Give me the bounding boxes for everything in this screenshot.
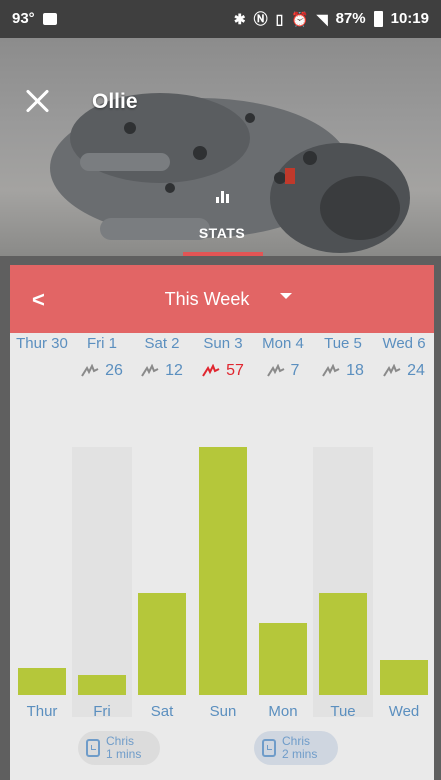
bar-day-label: Tue bbox=[330, 703, 356, 720]
activity-count-value: 12 bbox=[165, 362, 183, 379]
bar-day-label: Fri bbox=[93, 703, 111, 720]
activity-bar[interactable] bbox=[18, 668, 66, 695]
day-activity-count: 18 bbox=[313, 362, 373, 380]
day-header[interactable]: Wed 6 bbox=[374, 335, 434, 352]
day-header[interactable]: Sat 2 bbox=[132, 335, 192, 352]
day-activity-count: 12 bbox=[132, 362, 192, 380]
image-icon bbox=[42, 12, 57, 25]
bar-day-label: Thur bbox=[26, 703, 58, 720]
bar-day-label: Sun bbox=[209, 703, 237, 720]
day-activity-count: 24 bbox=[374, 362, 434, 380]
weekly-stats-card: < This Week Thur 30 Thur Fri 1 26 Fri Sat 2 12… bbox=[10, 265, 434, 780]
bar-day-label: Wed bbox=[388, 703, 420, 720]
pet-photo-header: Ollie STATS bbox=[0, 38, 441, 256]
clock-icon bbox=[262, 739, 276, 757]
bar-day-label: Sat bbox=[150, 703, 174, 720]
nfc-icon: Ⓝ bbox=[253, 10, 268, 27]
activity-bar[interactable] bbox=[78, 675, 126, 695]
week-selector: < This Week bbox=[10, 265, 434, 333]
activity-icon bbox=[202, 364, 220, 377]
activity-bar[interactable] bbox=[319, 593, 367, 695]
activity-bar[interactable] bbox=[259, 623, 307, 695]
activity-bar[interactable] bbox=[199, 447, 247, 695]
walk-chip[interactable]: Chris 2 mins bbox=[254, 731, 338, 765]
vibrate-icon: ▯ bbox=[275, 10, 284, 27]
activity-icon bbox=[383, 364, 401, 377]
app-screen: 93° ✱ Ⓝ ▯ ⏰ ◥ 87% 10:19 Ollie STATS < Th… bbox=[0, 0, 441, 780]
day-activity-count: 57 bbox=[193, 362, 253, 380]
day-activity-count: 26 bbox=[72, 362, 132, 380]
activity-count-value: 18 bbox=[346, 362, 364, 379]
battery-percent: 87% bbox=[335, 10, 366, 27]
day-activity-count: 7 bbox=[253, 362, 313, 380]
activity-bar[interactable] bbox=[138, 593, 186, 695]
day-header[interactable]: Thur 30 bbox=[12, 335, 72, 352]
wifi-icon: ◥ bbox=[316, 10, 328, 27]
day-header[interactable]: Sun 3 bbox=[193, 335, 253, 352]
close-icon[interactable] bbox=[24, 88, 50, 114]
battery-icon bbox=[373, 10, 383, 27]
clock-time: 10:19 bbox=[390, 10, 429, 27]
activity-icon bbox=[322, 364, 340, 377]
status-bar: 93° ✱ Ⓝ ▯ ⏰ ◥ 87% 10:19 bbox=[0, 0, 441, 38]
week-title[interactable]: This Week bbox=[10, 289, 434, 310]
day-header[interactable]: Mon 4 bbox=[253, 335, 313, 352]
activity-count-value: 57 bbox=[226, 362, 244, 379]
activity-count-value: 7 bbox=[290, 362, 300, 379]
tab-indicator bbox=[183, 252, 263, 256]
temperature-text: 93° bbox=[12, 10, 35, 27]
alarm-icon: ⏰ bbox=[291, 10, 309, 27]
activity-icon bbox=[81, 364, 99, 377]
bluetooth-icon: ✱ bbox=[233, 10, 246, 27]
activity-count-value: 26 bbox=[105, 362, 123, 379]
activity-count-value: 24 bbox=[407, 362, 425, 379]
dropdown-caret-icon[interactable] bbox=[280, 293, 292, 299]
tab-stats[interactable]: STATS bbox=[185, 225, 259, 241]
activity-bar[interactable] bbox=[380, 660, 428, 695]
activity-icon bbox=[266, 364, 284, 377]
clock-icon bbox=[86, 739, 100, 757]
activity-icon bbox=[141, 364, 159, 377]
walk-duration: 2 mins bbox=[282, 747, 318, 761]
pet-name: Ollie bbox=[92, 90, 138, 113]
bar-day-label: Mon bbox=[268, 703, 298, 720]
walk-duration: 1 mins bbox=[106, 747, 142, 761]
day-header[interactable]: Tue 5 bbox=[313, 335, 373, 352]
walk-chip[interactable]: Chris 1 mins bbox=[78, 731, 160, 765]
day-header[interactable]: Fri 1 bbox=[72, 335, 132, 352]
bar-chart-icon[interactable] bbox=[214, 189, 232, 203]
